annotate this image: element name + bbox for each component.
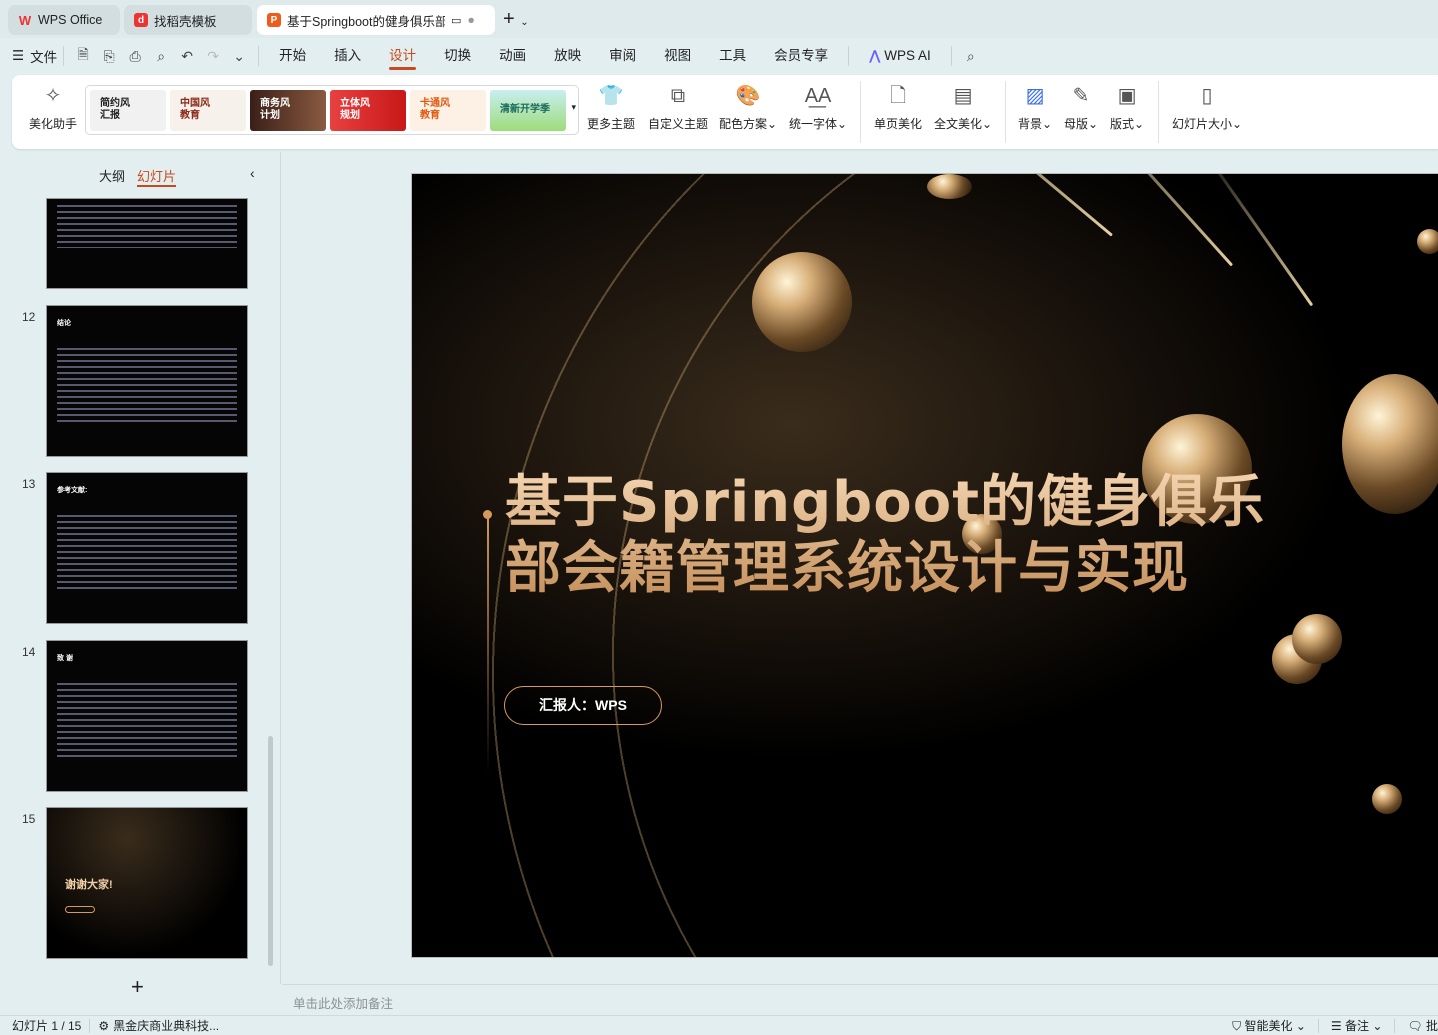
current-slide[interactable]: 基于Springboot的健身俱乐 部会籍管理系统设计与实现 汇报人：WPS — [411, 173, 1438, 958]
more-chevron-icon[interactable]: ⌄ — [226, 48, 252, 65]
menu-review[interactable]: 审阅 — [595, 40, 650, 72]
menu-transition[interactable]: 切换 — [430, 40, 485, 72]
slide-thumbnail-11[interactable] — [46, 198, 248, 289]
slide-size-icon: ▯ — [1201, 85, 1213, 107]
comment-button[interactable]: 🗨 批 — [1407, 1017, 1438, 1034]
menu-start[interactable]: 开始 — [265, 40, 320, 72]
custom-theme-button[interactable]: ⧉ 自定义主题 — [648, 83, 708, 132]
menu-wps-ai[interactable]: ⋀ WPS AI — [855, 40, 945, 72]
layout-button[interactable]: ▣ 版式⌄ — [1110, 83, 1144, 132]
tab-outline[interactable]: 大纲 — [99, 166, 125, 187]
shirt-icon: 👕 — [598, 85, 624, 107]
new-tab-button[interactable]: + ⌄ — [503, 8, 529, 31]
menu-slideshow[interactable]: 放映 — [540, 40, 595, 72]
slide-thumbnail-12[interactable]: 结论 — [46, 305, 248, 457]
slide-thumbnail-14[interactable]: 致 谢 — [46, 640, 248, 792]
slide-title[interactable]: 基于Springboot的健身俱乐 部会籍管理系统设计与实现 — [505, 470, 1265, 602]
master-button[interactable]: ✎ 母版⌄ — [1064, 83, 1098, 132]
color-scheme-button[interactable]: 🎨 配色方案⌄ — [719, 83, 777, 132]
slide-size-button[interactable]: ▯ 幻灯片大小⌄ — [1172, 83, 1242, 132]
export-icon[interactable]: ⎘ — [96, 48, 122, 65]
title-accent-dot — [483, 510, 492, 519]
theme-name[interactable]: 黑金庆商业典科技... — [113, 1017, 219, 1034]
tab-wps-office[interactable]: W WPS Office — [8, 5, 120, 35]
menu-member[interactable]: 会员专享 — [760, 40, 842, 72]
scrollbar[interactable] — [268, 736, 273, 966]
beautify-assistant-button[interactable]: ✧ 美化助手 — [29, 83, 77, 132]
tab-presentation[interactable]: P 基于Springboot的健身俱乐部 ▭ ● — [257, 5, 495, 35]
background-icon: ▨ — [1025, 85, 1045, 107]
theme-chinese[interactable]: 中国风 教育 — [170, 90, 246, 131]
menu-design[interactable]: 设计 — [375, 40, 430, 72]
font-icon: A͟A — [804, 85, 832, 107]
add-slide-button[interactable]: + — [131, 974, 144, 1000]
tab-docer[interactable]: d 找稻壳模板 — [124, 5, 252, 35]
hamburger-icon[interactable]: ☰ — [12, 48, 24, 64]
menu-tools[interactable]: 工具 — [705, 40, 760, 72]
preview-icon[interactable]: ⌕ — [148, 48, 174, 65]
tab-bar: W WPS Office d 找稻壳模板 P 基于Springboot的健身俱乐部 ▭ ●… — [0, 0, 1438, 38]
monitor-icon: ▭ — [451, 14, 462, 27]
theme-3d[interactable]: 立体风 规划 — [330, 90, 406, 131]
unify-font-button[interactable]: A͟A 统一字体⌄ — [789, 83, 847, 132]
notes-button[interactable]: ☰ 备注 ⌄ — [1331, 1017, 1383, 1034]
page-sparkle-icon: 🗋 — [889, 85, 907, 107]
theme-cartoon[interactable]: 卡通风 教育 — [410, 90, 486, 131]
status-bar: 幻灯片 1 / 15 ⚙ 黑金庆商业典科技... ⛉ 智能美化 ⌄ ☰ 备注 ⌄ … — [0, 1015, 1438, 1035]
background-button[interactable]: ▨ 背景⌄ — [1018, 83, 1052, 132]
more-themes-button[interactable]: 👕 更多主题 — [587, 83, 635, 132]
redo-icon[interactable]: ↷ — [200, 48, 226, 65]
menu-view[interactable]: 视图 — [650, 40, 705, 72]
palette-icon: 🎨 — [735, 85, 761, 107]
layout-icon: ▣ — [1117, 85, 1137, 107]
search-icon[interactable]: ⌕ — [958, 48, 984, 65]
presentation-icon: P — [267, 13, 281, 27]
page-beautify-button[interactable]: 🗋 单页美化 — [874, 83, 922, 132]
document-sparkle-icon: ▤ — [953, 85, 973, 107]
wps-logo-icon: W — [18, 12, 32, 28]
slide-thumbnail-15[interactable]: 谢谢大家! — [46, 807, 248, 959]
menu-animation[interactable]: 动画 — [485, 40, 540, 72]
gallery-expand-icon[interactable]: ▾ — [571, 102, 576, 113]
magic-wand-icon: ✧ — [44, 85, 62, 107]
smart-beautify-button[interactable]: ⛉ 智能美化 ⌄ — [1232, 1017, 1306, 1034]
menu-insert[interactable]: 插入 — [320, 40, 375, 72]
ribbon: ✧ 美化助手 简约风 汇报 中国风 教育 商务风 计划 立体风 规划 卡通风 教育… — [12, 75, 1438, 149]
theme-business[interactable]: 商务风 计划 — [250, 90, 326, 131]
theme-simple[interactable]: 简约风 汇报 — [90, 90, 166, 131]
notes-field[interactable]: 单击此处添加备注 — [282, 984, 1438, 1016]
theme-fresh[interactable]: 清新开学季 — [490, 90, 566, 131]
slide-thumbnail-13[interactable]: 参考文献: — [46, 472, 248, 624]
unsaved-dot-icon: ● — [467, 13, 475, 27]
theme-icon: ⚙ — [98, 1018, 110, 1033]
master-icon: ✎ — [1072, 85, 1090, 107]
custom-theme-icon: ⧉ — [670, 85, 686, 107]
docer-icon: d — [134, 13, 148, 27]
editing-area: 基于Springboot的健身俱乐 部会籍管理系统设计与实现 汇报人：WPS — [282, 152, 1438, 984]
slide-panel: 大纲 幻灯片 ‹ 12 结论 13 参考文献: 14 致 谢 15 谢谢大家! + — [0, 152, 281, 999]
tab-slides[interactable]: 幻灯片 — [137, 166, 177, 187]
wps-ai-icon: ⋀ — [869, 48, 881, 63]
print-icon[interactable]: ⎙ — [122, 48, 148, 65]
menu-bar: ☰ 文件 🗎 ⎘ ⎙ ⌕ ↶ ↷ ⌄ 开始 插入 设计 切换 动画 放映 审阅 视图 工具 会… — [0, 40, 1438, 72]
slide-counter: 幻灯片 1 / 15 — [12, 1019, 82, 1033]
full-beautify-button[interactable]: ▤ 全文美化⌄ — [934, 83, 992, 132]
save-icon[interactable]: 🗎 — [70, 44, 96, 68]
theme-gallery: 简约风 汇报 中国风 教育 商务风 计划 立体风 规划 卡通风 教育 清新开学季… — [85, 85, 579, 135]
menu-file[interactable]: 文件 — [30, 46, 57, 66]
undo-icon[interactable]: ↶ — [174, 48, 200, 65]
collapse-panel-icon[interactable]: ‹ — [250, 165, 255, 181]
reporter-badge[interactable]: 汇报人：WPS — [504, 686, 662, 725]
